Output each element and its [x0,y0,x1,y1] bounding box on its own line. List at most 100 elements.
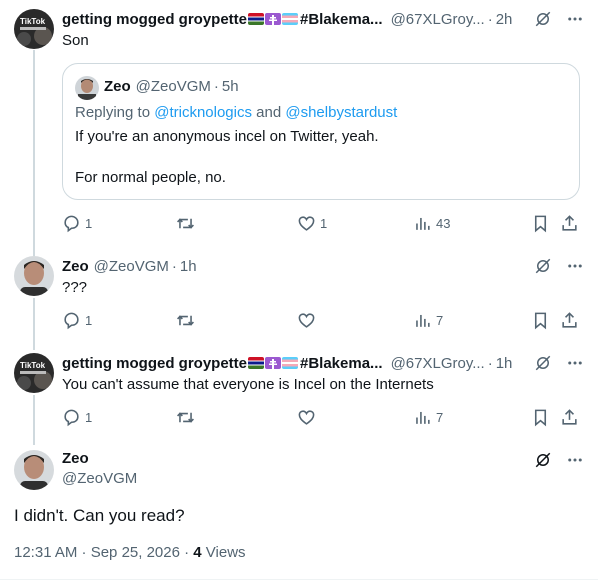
reply-count: 1 [85,215,93,231]
handle[interactable]: @ZeoVGM [62,470,137,487]
views-label: Views [201,544,246,561]
handle[interactable]: @67XLGroy... [391,11,485,28]
bookmark-button[interactable] [531,213,550,233]
views-button[interactable]: 7 [413,407,443,427]
replying-prefix: Replying to [75,104,155,121]
like-count: 1 [320,215,328,231]
reply-icon [64,312,79,329]
timestamp[interactable]: 1h [496,355,513,372]
timestamp[interactable]: 2h [496,11,513,28]
mention-link[interactable]: @tricknologics [154,104,252,121]
retweet-button[interactable] [176,310,195,330]
share-button[interactable] [560,310,579,330]
grok-icon[interactable] [534,257,552,275]
tweet-top-actions [534,353,584,373]
tweet-text: ??? [62,279,88,296]
tweet-timestamp[interactable]: 12:31 AM · Sep 25, 2026 · [14,544,193,561]
quote-text: For normal people, no. [75,169,226,186]
share-button[interactable] [560,213,579,233]
like-button[interactable]: 1 [297,213,327,233]
more-icon[interactable] [566,354,584,372]
timestamp[interactable]: 1h [180,258,197,275]
bookmark-button[interactable] [531,310,550,330]
svg-text:TikTok: TikTok [20,361,46,370]
views-button[interactable]: 7 [413,310,443,330]
share-icon [562,311,577,328]
divider [0,579,598,580]
flag-icon [248,357,264,369]
display-name-hashtag[interactable]: #Blakema... [300,355,383,372]
like-icon [298,312,315,328]
quote-text: If you're an anonymous incel on Twitter,… [75,128,379,145]
quoted-tweet[interactable]: Zeo @ZeoVGM · 5h Replying to @tricknolog… [62,63,580,200]
share-icon [562,214,577,231]
tweet[interactable]: TikTok getting mogged groypette #Blakema… [0,9,598,249]
tweet-text: Son [62,32,89,49]
views-count: 43 [436,215,451,231]
action-bar: 1 7 [62,407,582,427]
svg-text:TikTok: TikTok [20,17,46,26]
avatar [75,76,99,100]
tweet[interactable]: Zeo @ZeoVGM · 1h ??? 1 7 [0,256,598,346]
display-name[interactable]: Zeo [62,450,89,467]
handle[interactable]: @ZeoVGM [94,258,169,275]
tweet-top-actions [534,256,584,276]
share-button[interactable] [560,407,579,427]
retweet-button[interactable] [176,213,195,233]
grok-icon[interactable] [534,451,552,469]
like-button[interactable] [297,407,316,427]
avatar[interactable] [14,256,54,296]
separator-dot: · [487,354,493,372]
display-name[interactable]: getting mogged groypette [62,355,247,372]
grok-icon[interactable] [534,10,552,28]
transgender-flag-icon [282,13,298,25]
more-icon[interactable] [566,451,584,469]
grok-icon[interactable] [534,354,552,372]
bookmark-icon [534,312,547,329]
display-name[interactable]: getting mogged groypette [62,11,247,28]
views-count: 7 [436,312,444,328]
separator-dot: · [487,10,493,28]
handle: @ZeoVGM [135,78,211,95]
action-bar: 1 7 [62,310,582,330]
reply-count: 1 [85,312,93,328]
tweet-top-actions [534,9,584,29]
reply-icon [64,409,79,426]
more-icon[interactable] [566,257,584,275]
like-icon [298,215,315,231]
more-icon[interactable] [566,10,584,28]
retweet-icon [177,217,194,229]
display-name-hashtag[interactable]: #Blakema... [300,11,383,28]
bookmark-button[interactable] [531,407,550,427]
like-icon [298,409,315,425]
like-button[interactable] [297,310,316,330]
tweet-meta: 12:31 AM · Sep 25, 2026 · 4 Views [14,544,246,561]
display-name[interactable]: Zeo [62,258,89,275]
quote-header: Zeo @ZeoVGM · 5h [104,78,239,95]
views-icon [416,411,430,424]
views-icon [416,314,430,327]
tweet-header: getting mogged groypette #Blakema... @67… [62,353,512,373]
avatar[interactable] [14,450,54,490]
reply-button[interactable]: 1 [62,213,92,233]
bookmark-icon [534,215,547,232]
reply-button[interactable]: 1 [62,407,92,427]
retweet-button[interactable] [176,407,195,427]
views-icon [416,217,430,230]
avatar[interactable]: TikTok [14,9,54,49]
tweet[interactable]: TikTok getting mogged groypette #Blakema… [0,353,598,443]
views-count: 7 [436,409,444,425]
replying-and: and [251,104,286,121]
reply-button[interactable]: 1 [62,310,92,330]
action-bar: 1 1 43 [62,213,582,233]
retweet-icon [177,314,194,326]
avatar[interactable]: TikTok [14,353,54,393]
handle[interactable]: @67XLGroy... [391,355,485,372]
mention-link[interactable]: @shelbystardust [285,104,397,121]
separator-dot: · [213,78,219,95]
display-name: Zeo [104,78,131,95]
views-button[interactable]: 43 [413,213,450,233]
orthodox-cross-icon [265,13,281,25]
tweet-text: I didn't. Can you read? [14,506,185,525]
tweet-header: getting mogged groypette #Blakema... @67… [62,9,512,29]
